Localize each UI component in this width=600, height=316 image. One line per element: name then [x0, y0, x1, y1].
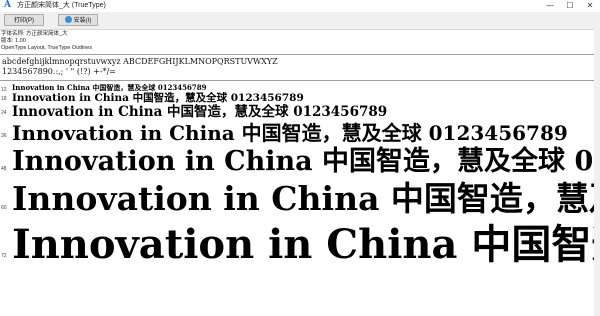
install-button[interactable]: 安装(I) [58, 14, 98, 26]
sample-text: Innovation in China 中国智造，慧及全球 0123456789 [12, 221, 600, 268]
charset-lowercase-uppercase: abcdefghijklmnopqrstuvwxyz ABCDEFGHIJKLM… [2, 57, 278, 66]
sample-text: Innovation in China 中国智造，慧及全球 0123456789 [12, 146, 600, 177]
window-title: 方正颜宋简体_大 (TrueType) [17, 2, 106, 9]
sample-text: Innovation in China 中国智造，慧及全球 0123456789 [12, 104, 388, 120]
sample-size-label: 18 [1, 96, 7, 102]
print-button[interactable]: 打印(P) [4, 14, 44, 26]
print-button-label: 打印(P) [14, 18, 34, 24]
sample-size-label: 72 [1, 253, 7, 259]
divider [0, 80, 600, 81]
title-bar: A 方正颜宋简体_大 (TrueType) — ☐ ✕ [0, 0, 600, 12]
divider [0, 54, 600, 55]
sample-size-label: 48 [1, 166, 7, 172]
font-version-info: 版本: 1.00 [1, 38, 26, 44]
sample-size-label: 12 [1, 87, 7, 93]
sample-text: Innovation in China 中国智造，慧及全球 0123456789 [12, 179, 600, 218]
minimize-button[interactable]: — [540, 0, 560, 12]
install-button-label: 安装(I) [73, 18, 92, 24]
toolbar: 打印(P) 安装(I) [0, 12, 600, 30]
font-outline-info: OpenType Layout, TrueType Outlines [1, 45, 93, 51]
maximize-button[interactable]: ☐ [560, 0, 580, 12]
vertical-scrollbar[interactable] [594, 29, 600, 316]
charset-digits-punctuation: 1234567890.:,; ' " (!?) +-*/= [2, 67, 116, 76]
shield-icon [64, 15, 72, 23]
sample-size-label: 36 [1, 133, 7, 139]
sample-text: Innovation in China 中国智造，慧及全球 0123456789 [12, 121, 568, 145]
font-app-icon: A [4, 0, 11, 10]
close-button[interactable]: ✕ [580, 0, 600, 12]
font-name-info: 字体名称: 方正颜宋简体_大 [1, 31, 68, 37]
sample-size-label: 60 [1, 205, 7, 211]
sample-size-label: 24 [1, 110, 7, 116]
